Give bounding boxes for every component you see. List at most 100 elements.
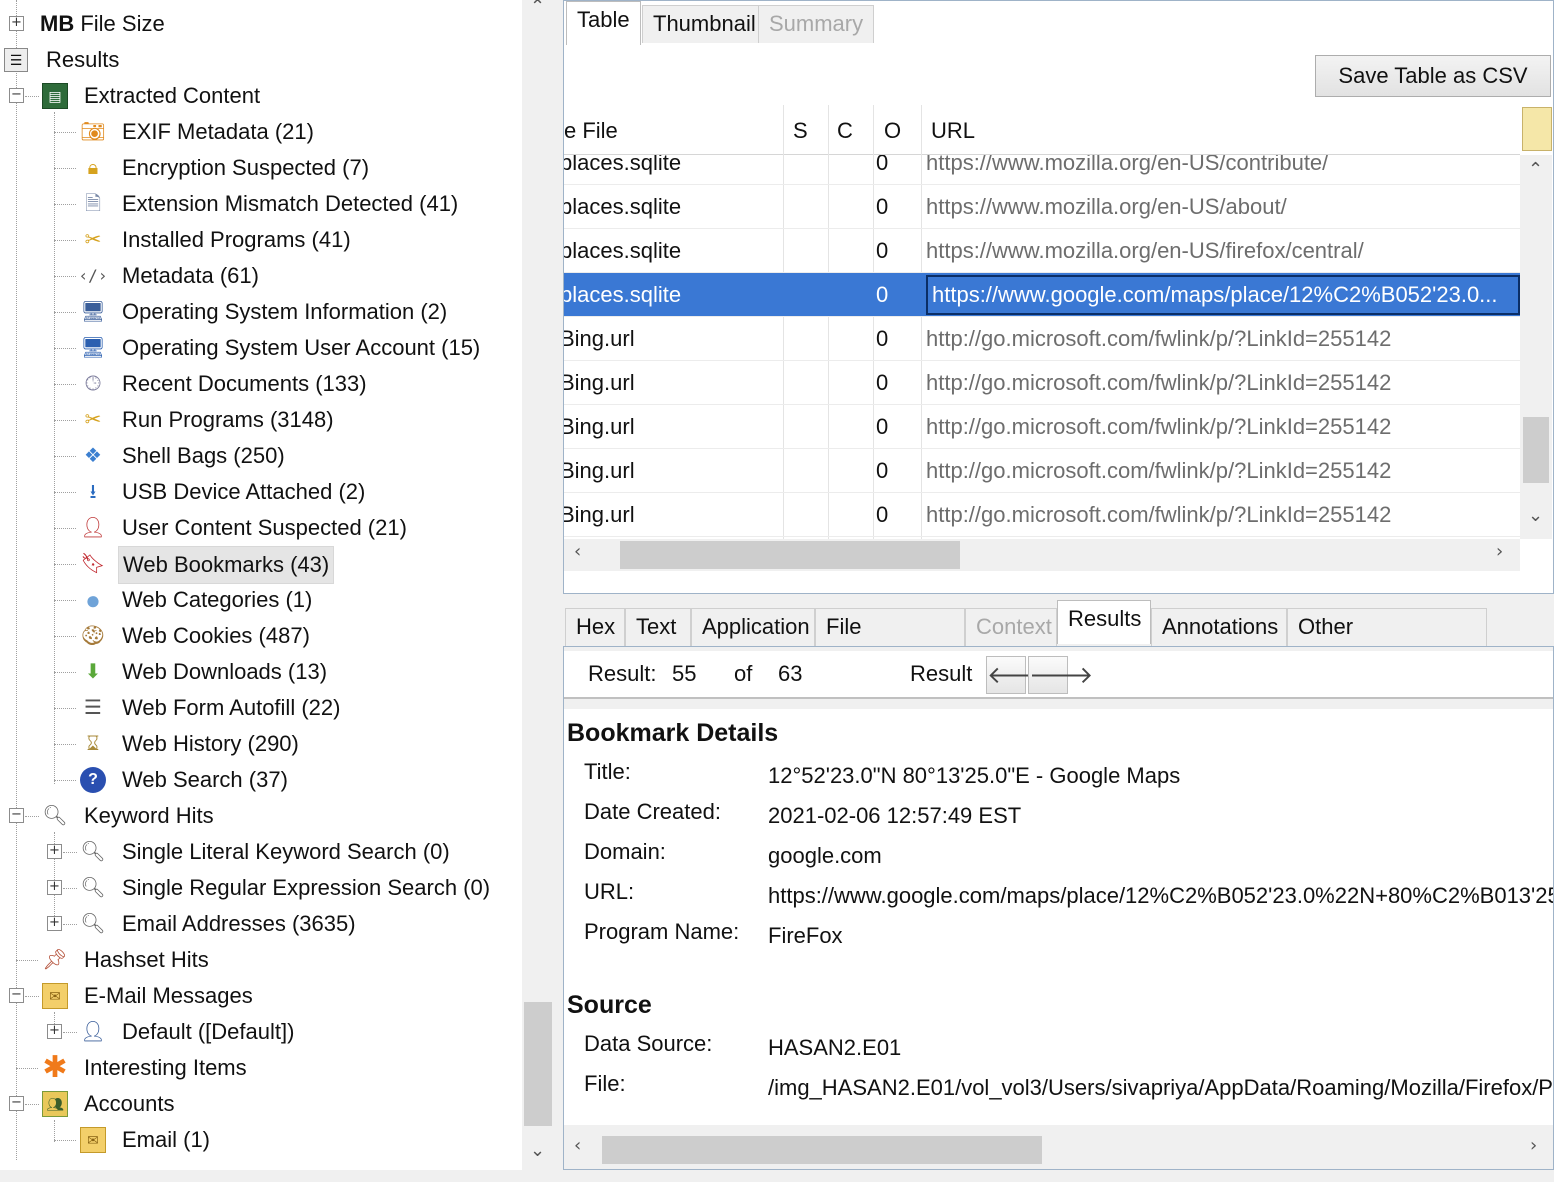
table-row[interactable]: places.sqlite 0 https://www.google.com/map…	[564, 273, 1520, 317]
column-header-s[interactable]: S	[793, 105, 808, 155]
scroll-left-icon[interactable]: ‹	[574, 541, 581, 562]
cell-o: 0	[876, 282, 889, 307]
tree-node-single-literal[interactable]: + 🔍︎ Single Literal Keyword Search (0)	[0, 834, 520, 870]
tree-node-label: Web History (290)	[122, 731, 299, 756]
tab-summary[interactable]: Summary	[758, 5, 875, 43]
table-row[interactable]: Bing.url 0 http://go.microsoft.com/fwlink/…	[564, 317, 1520, 361]
tab-thumbnail[interactable]: Thumbnail	[642, 5, 767, 43]
collapse-icon[interactable]: −	[9, 988, 24, 1003]
expand-icon[interactable]: +	[47, 1024, 62, 1039]
tree-node-keyword-hits[interactable]: − 🔍︎ Keyword Hits	[0, 798, 520, 834]
next-result-button[interactable]: 🡒	[1028, 656, 1093, 694]
scroll-down-icon[interactable]: ⌄	[530, 1140, 545, 1161]
tree-node-artifact[interactable]: 👤︎ User Content Suspected (21)	[0, 510, 520, 546]
expand-icon[interactable]: +	[47, 880, 62, 895]
tab-annotations[interactable]: Annotations	[1151, 608, 1287, 646]
tab-file-metadata[interactable]: File Metadata	[815, 608, 965, 675]
scrollbar-thumb[interactable]	[602, 1136, 1042, 1164]
expand-icon[interactable]: +	[9, 16, 24, 31]
scroll-left-icon[interactable]: ‹	[574, 1135, 581, 1156]
tab-context[interactable]: Context	[965, 608, 1057, 646]
tree-node-extracted-content[interactable]: − ▤ Extracted Content	[0, 78, 520, 114]
tree-node-interesting-items[interactable]: ✱ Interesting Items	[0, 1050, 520, 1086]
tree-node-email-addresses[interactable]: + 🔍︎ Email Addresses (3635)	[0, 906, 520, 942]
data-source-value: HASAN2.E01	[768, 1035, 902, 1060]
tab-hex[interactable]: Hex	[565, 608, 625, 646]
save-table-csv-button[interactable]: Save Table as CSV	[1315, 55, 1551, 97]
column-header-o[interactable]: O	[884, 105, 901, 155]
cell-url: http://go.microsoft.com/fwlink/p/?LinkId…	[926, 502, 1392, 527]
tree-node-hashset-hits[interactable]: 📌︎ Hashset Hits	[0, 942, 520, 978]
tab-other-occurrences[interactable]: Other Occurrences	[1287, 608, 1487, 675]
table-row[interactable]: Bing.url 0 http://go.microsoft.com/fwlink/…	[564, 405, 1520, 449]
expand-icon[interactable]: +	[47, 916, 62, 931]
tree-node-accounts[interactable]: − 👥︎ Accounts	[0, 1086, 520, 1122]
camera-icon: 📷︎	[80, 121, 106, 143]
previous-result-button[interactable]: 🡐	[986, 656, 1051, 694]
collapse-icon[interactable]: −	[9, 808, 24, 823]
table-row[interactable]: Bing.url 0 http://go.microsoft.com/fwlink/…	[564, 449, 1520, 493]
cell-url: http://go.microsoft.com/fwlink/p/?LinkId…	[926, 370, 1392, 395]
expand-icon[interactable]: +	[47, 844, 62, 859]
tree-node-email-messages[interactable]: − ✉ E-Mail Messages	[0, 978, 520, 1014]
details-horizontal-scrollbar[interactable]: ‹ ›	[564, 1133, 1553, 1167]
tree-node-label: Recent Documents (133)	[122, 371, 367, 396]
tab-application[interactable]: Application	[691, 608, 815, 646]
collapse-icon[interactable]: −	[9, 88, 24, 103]
scrollbar-thumb[interactable]	[1523, 417, 1549, 483]
scroll-right-icon[interactable]: ›	[1530, 1135, 1537, 1156]
column-header-file[interactable]: e File	[564, 105, 618, 155]
tree-node-results[interactable]: ☰ Results	[0, 42, 520, 78]
tree-node-artifact[interactable]: ⌛︎ Web History (290)	[0, 726, 520, 762]
tree-node-artifact[interactable]: ✂ Installed Programs (41)	[0, 222, 520, 258]
tree-node-artifact[interactable]: 🔒︎ Encryption Suspected (7)	[0, 150, 520, 186]
tree-node-file-size[interactable]: + MB File Size	[0, 6, 520, 42]
tab-text[interactable]: Text	[625, 608, 691, 646]
scroll-right-icon[interactable]: ›	[1496, 541, 1503, 562]
cell-o: 0	[876, 194, 889, 219]
collapse-icon[interactable]: −	[9, 1096, 24, 1111]
cell-file: Bing.url	[564, 370, 635, 395]
usb-icon: ⭳	[89, 481, 97, 503]
scroll-up-icon[interactable]: ⌃	[1528, 159, 1543, 180]
table-horizontal-scrollbar[interactable]: ‹ ›	[564, 539, 1520, 571]
table-row[interactable]: Bing.url 0 http://go.microsoft.com/fwlink/…	[564, 493, 1520, 537]
tree-node-artifact[interactable]: ‹/› Metadata (61)	[0, 258, 520, 294]
scrollbar-thumb[interactable]	[620, 541, 960, 569]
tree-node-artifact[interactable]: 🍪︎ Web Cookies (487)	[0, 618, 520, 654]
tree-node-artifact[interactable]: ? Web Search (37)	[0, 762, 520, 798]
tree-node-artifact[interactable]: 🕒︎ Recent Documents (133)	[0, 366, 520, 402]
tree-node-artifact[interactable]: ⬇ Web Downloads (13)	[0, 654, 520, 690]
tree-node-artifact[interactable]: 🖥︎ Operating System Information (2)	[0, 294, 520, 330]
scroll-up-icon[interactable]: ⌃	[530, 0, 545, 17]
result-label: Result:	[588, 661, 657, 686]
tab-table[interactable]: Table	[566, 1, 641, 45]
tree-node-email-default[interactable]: + 👤︎ Default ([Default])	[0, 1014, 520, 1050]
tree-node-artifact[interactable]: ⭳ USB Device Attached (2)	[0, 474, 520, 510]
column-chooser-icon[interactable]	[1522, 107, 1552, 151]
table-row[interactable]: places.sqlite 0 https://www.mozilla.org/en…	[564, 185, 1520, 229]
table-row[interactable]: places.sqlite 0 https://www.mozilla.org/en…	[564, 155, 1520, 185]
tree-node-artifact[interactable]: 🔖︎ Web Bookmarks (43)	[0, 546, 520, 584]
tab-results[interactable]: Results	[1057, 600, 1151, 644]
table-vertical-scrollbar[interactable]: ⌃ ⌄	[1520, 155, 1552, 539]
tree-node-artifact[interactable]: 🗎 Extension Mismatch Detected (41)	[0, 186, 520, 222]
table-row[interactable]: places.sqlite 0 https://www.mozilla.org/en…	[564, 229, 1520, 273]
tree-node-artifact[interactable]: 🖥︎ Operating System User Account (15)	[0, 330, 520, 366]
tree-node-artifact[interactable]: ☰ Web Form Autofill (22)	[0, 690, 520, 726]
table-row[interactable]: Bing.url 0 http://go.microsoft.com/fwlink/…	[564, 361, 1520, 405]
tree-node-artifact[interactable]: ● Web Categories (1)	[0, 582, 520, 618]
table-body[interactable]: places.sqlite 0 https://www.mozilla.org/en…	[564, 155, 1520, 539]
scroll-down-icon[interactable]: ⌄	[1528, 505, 1543, 526]
tree-node-artifact[interactable]: ❖ Shell Bags (250)	[0, 438, 520, 474]
tree-node-accounts-email[interactable]: ✉ Email (1)	[0, 1122, 520, 1158]
tree-node-label: Metadata (61)	[122, 263, 259, 288]
column-header-c[interactable]: C	[837, 105, 853, 155]
tree-node-artifact[interactable]: ✂ Run Programs (3148)	[0, 402, 520, 438]
results-tree[interactable]: + MB File Size ☰ Results − ▤ Extracted C…	[0, 0, 522, 1170]
scrollbar-thumb[interactable]	[524, 1002, 552, 1126]
tree-node-artifact[interactable]: 📷︎ EXIF Metadata (21)	[0, 114, 520, 150]
column-header-url[interactable]: URL	[931, 105, 975, 155]
tree-node-single-regex[interactable]: + 🔍︎ Single Regular Expression Search (0…	[0, 870, 520, 906]
tree-scrollbar[interactable]: ⌃ ⌄	[522, 0, 556, 1170]
